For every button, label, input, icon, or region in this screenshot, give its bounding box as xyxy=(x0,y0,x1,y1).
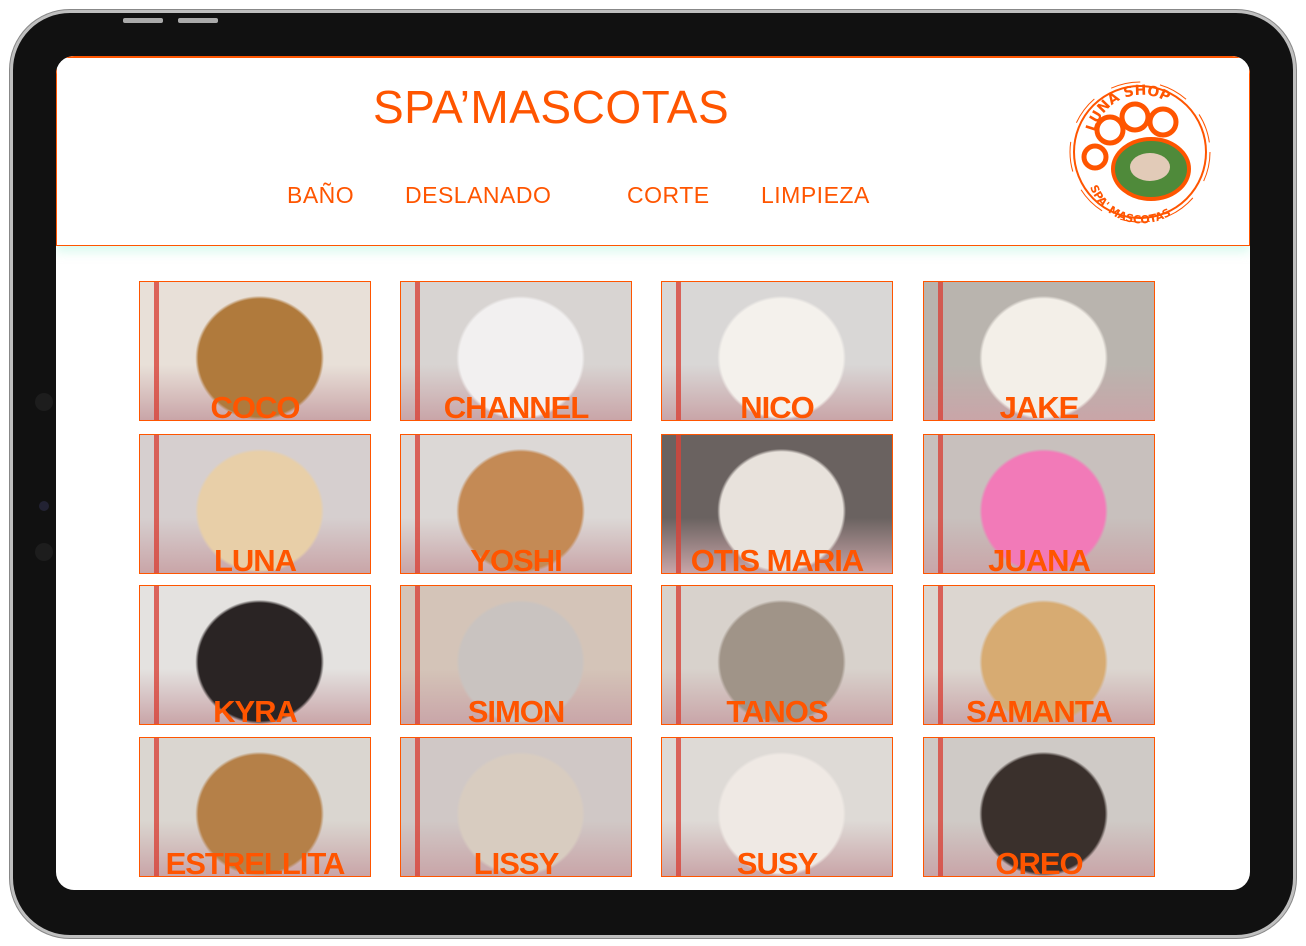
pet-card[interactable]: ESTRELLITA xyxy=(139,737,371,877)
volume-button xyxy=(178,18,218,23)
luna-shop-logo[interactable]: LUNA SHOP SPA' MASCOTAS xyxy=(1065,72,1215,232)
pet-name: SAMANTA xyxy=(966,694,1113,725)
pet-card[interactable]: CHANNEL xyxy=(400,281,632,421)
page-title: SPA’MASCOTAS xyxy=(373,81,730,133)
pet-name: SUSY xyxy=(736,846,818,877)
pet-name: OREO xyxy=(995,846,1083,877)
pet-name: LISSY xyxy=(473,846,560,877)
pet-name: SIMON xyxy=(467,694,566,725)
pet-name: ESTRELLITA xyxy=(165,846,346,877)
pet-name: JUANA xyxy=(988,543,1091,574)
nav-bano[interactable]: BAÑO xyxy=(287,182,354,209)
pet-card[interactable]: COCO xyxy=(139,281,371,421)
pet-card[interactable]: OTIS MARIA xyxy=(661,434,893,574)
pet-card[interactable]: NICO xyxy=(661,281,893,421)
camera-icon xyxy=(39,501,49,511)
pet-card[interactable]: SUSY xyxy=(661,737,893,877)
pet-name: OTIS MARIA xyxy=(690,543,865,574)
pet-name: CHANNEL xyxy=(443,390,590,421)
pet-name: NICO xyxy=(740,390,815,421)
volume-button xyxy=(123,18,163,23)
pet-card[interactable]: LISSY xyxy=(400,737,632,877)
nav-limpieza[interactable]: LIMPIEZA xyxy=(761,182,870,209)
sensor-dot xyxy=(35,393,53,411)
pet-name: LUNA xyxy=(213,543,297,574)
pet-card[interactable]: YOSHI xyxy=(400,434,632,574)
pet-card[interactable]: KYRA xyxy=(139,585,371,725)
site-header: SPA’MASCOTAS BAÑO DESLANADO CORTE LIMPIE… xyxy=(56,56,1250,246)
pet-name: COCO xyxy=(210,390,301,421)
nav-deslanado[interactable]: DESLANADO xyxy=(405,182,551,209)
nav-corte[interactable]: CORTE xyxy=(627,182,710,209)
pet-name: TANOS xyxy=(726,694,828,725)
pet-name: JAKE xyxy=(999,390,1080,421)
pet-card[interactable]: SIMON xyxy=(400,585,632,725)
screen: SPA’MASCOTAS BAÑO DESLANADO CORTE LIMPIE… xyxy=(56,56,1250,890)
sensor-dot xyxy=(35,543,53,561)
pet-card[interactable]: JAKE xyxy=(923,281,1155,421)
pet-card[interactable]: SAMANTA xyxy=(923,585,1155,725)
pet-name: YOSHI xyxy=(470,543,562,574)
pet-card[interactable]: JUANA xyxy=(923,434,1155,574)
pet-name: KYRA xyxy=(213,694,298,725)
pet-card[interactable]: OREO xyxy=(923,737,1155,877)
pet-card[interactable]: LUNA xyxy=(139,434,371,574)
pet-card[interactable]: TANOS xyxy=(661,585,893,725)
